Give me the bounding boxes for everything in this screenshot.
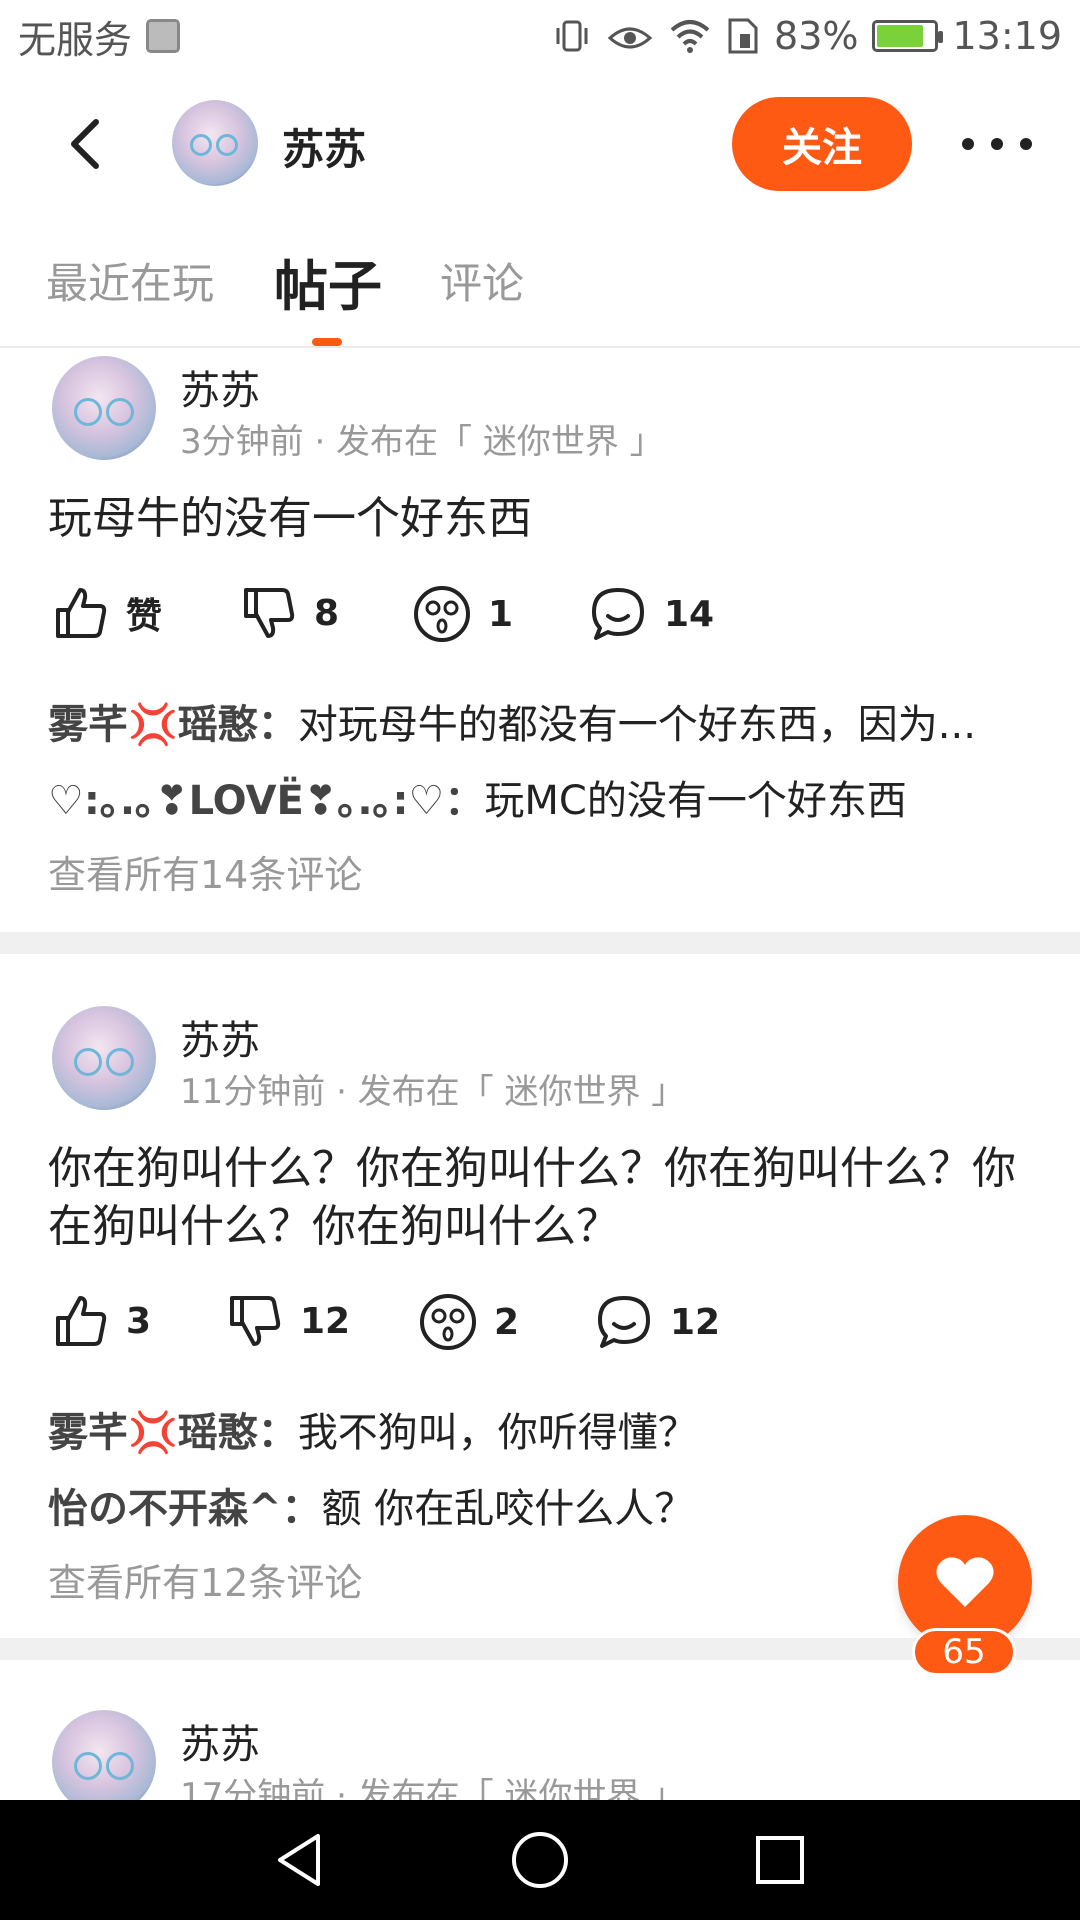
comment-preview[interactable]: ♡:｡.｡❣LOVË❣｡.｡:♡：玩MC的没有一个好东西 — [48, 768, 1028, 826]
post-divider — [0, 932, 1080, 954]
tab-posts[interactable]: 帖子 — [274, 242, 382, 321]
nav-back-button[interactable] — [270, 1830, 330, 1890]
comment-author[interactable]: 雾芊💢瑶憨： — [48, 702, 298, 748]
nav-recents-button[interactable] — [750, 1830, 810, 1890]
thumbs-down-icon — [244, 588, 295, 638]
back-arrow-icon — [71, 119, 99, 169]
comment-text: 玩MC的没有一个好东西 — [484, 778, 907, 824]
post-card[interactable]: 苏苏 3分钟前 · 发布在「 迷你世界 」 玩母牛的没有一个好东西 赞 8 1 … — [0, 350, 1080, 930]
avatar-glasses-right — [106, 398, 134, 426]
post-avatar[interactable] — [52, 1006, 156, 1110]
tab-comments[interactable]: 评论 — [440, 250, 524, 311]
image-icon — [146, 19, 181, 53]
post-meta: 11分钟前 · 发布在「 迷你世界 」 — [180, 1072, 686, 1112]
tab-bar: 最近在玩 帖子 评论 — [0, 216, 1080, 348]
more-button[interactable] — [962, 122, 1032, 166]
avatar-glasses-right — [106, 1752, 134, 1780]
status-right: 83% 13:19 — [552, 14, 1062, 58]
post-body[interactable]: 玩母牛的没有一个好东西 — [48, 490, 1028, 548]
comment-author[interactable]: ♡:｡.｡❣LOVË❣｡.｡:♡： — [48, 778, 484, 824]
post-meta: 17分钟前 · 发布在「 迷你世界 」 — [180, 1776, 686, 1800]
like-label: 赞 — [126, 596, 163, 637]
more-dot — [1020, 138, 1032, 150]
comment-bubble-icon — [598, 1296, 650, 1348]
thumbs-up-icon — [56, 1296, 107, 1346]
more-dots-icon — [962, 138, 974, 150]
back-triangle-icon — [278, 1834, 320, 1886]
comment-preview[interactable]: 雾芊💢瑶憨：对玩母牛的都没有一个好东西，因为... — [48, 692, 1028, 750]
home-circle-icon — [512, 1832, 568, 1888]
comment-bubble-icon — [592, 588, 644, 640]
carrier-text: 无服务 — [18, 17, 133, 62]
recents-square-icon — [756, 1836, 804, 1884]
wifi-icon — [668, 16, 712, 56]
battery-percent: 83% — [774, 14, 859, 58]
like-count: 3 — [126, 1300, 152, 1342]
comment-text: 我不狗叫，你听得懂？ — [297, 1410, 698, 1456]
post-actions: 3 12 2 12 — [0, 1292, 1080, 1362]
status-bar: 无服务 83% 13:19 — [0, 0, 1080, 72]
emoji-count: 2 — [494, 1301, 520, 1343]
emoji-count: 1 — [488, 593, 514, 635]
post-body[interactable]: 你在狗叫什么？你在狗叫什么？你在狗叫什么？你在狗叫什么？你在狗叫什么？ — [48, 1140, 1028, 1256]
comment-button[interactable]: 14 — [588, 584, 714, 644]
view-all-comments-link[interactable]: 查看所有12条评论 — [48, 1552, 362, 1607]
dislike-count: 12 — [300, 1300, 351, 1342]
profile-header: 苏苏 关注 — [0, 72, 1080, 216]
comment-count: 12 — [670, 1301, 721, 1343]
dizzy-face-icon — [414, 586, 470, 642]
avatar-glasses-right — [216, 134, 238, 156]
post-author[interactable]: 苏苏 — [180, 1008, 260, 1066]
dizzy-face-icon — [420, 1294, 476, 1350]
nav-home-button[interactable] — [510, 1830, 570, 1890]
system-nav-bar — [0, 1800, 1080, 1920]
comment-author[interactable]: 怡の不开森^： — [48, 1486, 322, 1532]
like-button[interactable]: 3 — [52, 1292, 151, 1350]
comment-text: 对玩母牛的都没有一个好东西，因为... — [297, 702, 976, 748]
avatar-glasses-left — [74, 398, 102, 426]
like-total-badge: 65 — [912, 1628, 1016, 1676]
follow-button[interactable]: 关注 — [732, 97, 912, 191]
tab-indicator — [312, 338, 342, 346]
comment-preview[interactable]: 雾芊💢瑶憨：我不狗叫，你听得懂？ — [48, 1400, 1028, 1458]
comment-text: 额 你在乱咬什么人？ — [321, 1486, 695, 1532]
like-button[interactable]: 赞 — [52, 584, 162, 642]
sim-icon — [726, 16, 760, 56]
post-author[interactable]: 苏苏 — [180, 358, 260, 416]
avatar-glasses-right — [106, 1048, 134, 1076]
more-dot — [991, 138, 1003, 150]
post-author[interactable]: 苏苏 — [180, 1712, 260, 1770]
post-actions: 赞 8 1 14 — [0, 584, 1080, 654]
battery-icon — [872, 20, 944, 52]
dislike-button[interactable]: 8 — [240, 584, 339, 642]
post-meta: 3分钟前 · 发布在「 迷你世界 」 — [180, 422, 664, 462]
back-button[interactable] — [58, 114, 118, 174]
vibrate-icon — [552, 16, 592, 56]
avatar[interactable] — [172, 100, 258, 186]
view-all-comments-link[interactable]: 查看所有14条评论 — [48, 844, 362, 899]
thumbs-up-icon — [56, 588, 107, 638]
comment-author[interactable]: 雾芊💢瑶憨： — [48, 1410, 298, 1456]
dislike-count: 8 — [314, 592, 340, 634]
comment-count: 14 — [664, 593, 715, 635]
avatar-glasses-left — [74, 1752, 102, 1780]
status-left: 无服务 — [18, 9, 181, 64]
post-avatar[interactable] — [52, 356, 156, 460]
dislike-button[interactable]: 12 — [226, 1292, 350, 1350]
emoji-reaction-button[interactable]: 1 — [412, 584, 513, 644]
clock: 13:19 — [952, 14, 1062, 58]
comment-button[interactable]: 12 — [594, 1292, 720, 1352]
tab-recently-played[interactable]: 最近在玩 — [46, 250, 214, 311]
heart-icon — [936, 1557, 994, 1607]
post-card[interactable]: 苏苏 17分钟前 · 发布在「 迷你世界 」 — [0, 1704, 1080, 1800]
avatar-glasses-left — [190, 134, 212, 156]
post-avatar[interactable] — [52, 1710, 156, 1800]
comment-preview[interactable]: 怡の不开森^：额 你在乱咬什么人？ — [48, 1476, 1028, 1534]
profile-name: 苏苏 — [282, 125, 367, 174]
avatar-glasses-left — [74, 1048, 102, 1076]
emoji-reaction-button[interactable]: 2 — [418, 1292, 519, 1352]
battery-fill — [877, 25, 924, 47]
eye-icon — [606, 16, 654, 56]
thumbs-down-icon — [230, 1296, 281, 1346]
